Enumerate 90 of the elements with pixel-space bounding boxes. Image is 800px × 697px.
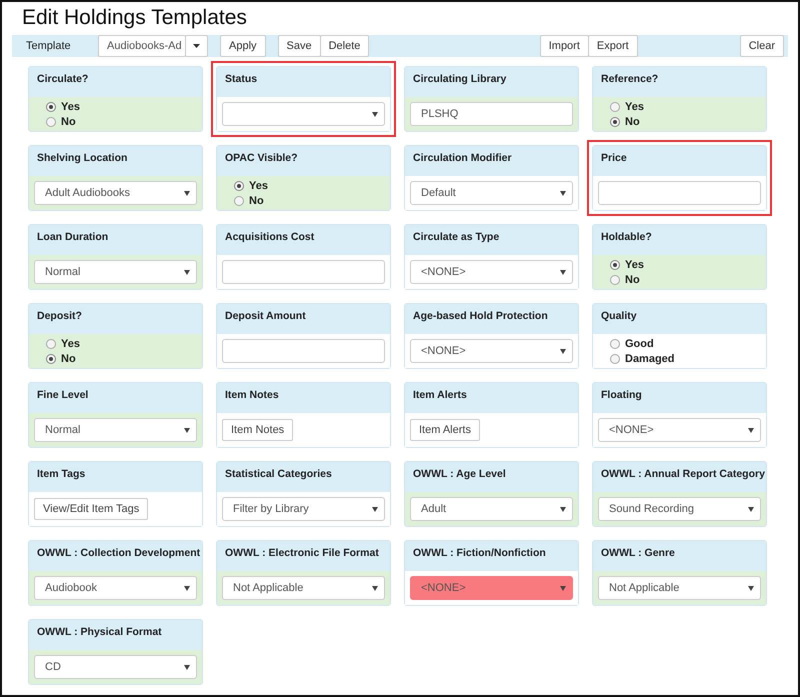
toolbar-button[interactable]: Delete bbox=[320, 35, 370, 57]
caret-icon bbox=[184, 270, 190, 274]
caret-icon bbox=[372, 112, 378, 116]
field-label: Holdable? bbox=[601, 231, 652, 243]
input-field[interactable] bbox=[598, 181, 761, 205]
toolbar-button[interactable]: Import bbox=[540, 35, 589, 57]
radio-option[interactable]: No bbox=[34, 114, 197, 129]
select-field[interactable]: Not Applicable bbox=[222, 576, 385, 600]
field-label: Item Alerts bbox=[413, 389, 467, 401]
field-label: Circulate? bbox=[37, 73, 88, 85]
select-field[interactable]: Normal bbox=[34, 418, 197, 442]
field-label: Status bbox=[225, 73, 258, 85]
caret-icon bbox=[184, 586, 190, 590]
caret-icon bbox=[372, 506, 378, 512]
dropdown-button[interactable] bbox=[185, 35, 208, 57]
caret-icon bbox=[560, 348, 566, 354]
select-field[interactable]: Sound Recording bbox=[598, 497, 761, 521]
toolbar-button[interactable]: Export bbox=[588, 35, 638, 57]
input-field[interactable] bbox=[222, 339, 385, 363]
template-label: Template bbox=[26, 40, 72, 52]
field-label: Reference? bbox=[601, 73, 658, 85]
caret-icon bbox=[560, 190, 566, 196]
field-label: OWWL : Fiction/Nonfiction bbox=[413, 547, 546, 559]
field-label: Loan Duration bbox=[37, 231, 108, 243]
field-label: Quality bbox=[601, 310, 637, 322]
radio-option[interactable]: No bbox=[598, 114, 761, 129]
caret-icon bbox=[372, 586, 378, 590]
radio-option[interactable]: Yes bbox=[34, 336, 197, 351]
field-label: Deposit Amount bbox=[225, 310, 306, 322]
caret-icon bbox=[193, 44, 200, 48]
input-field[interactable]: PLSHQ bbox=[410, 102, 573, 126]
caret-icon bbox=[184, 664, 190, 670]
toolbar-button[interactable]: Apply bbox=[220, 35, 266, 57]
field-label: OWWL : Genre bbox=[601, 547, 675, 559]
select-field[interactable] bbox=[222, 102, 385, 126]
field-label: OWWL : Physical Format bbox=[37, 626, 162, 638]
radio-option[interactable]: No bbox=[34, 351, 197, 366]
template-field[interactable]: Audiobooks-Ad bbox=[98, 35, 186, 57]
select-field[interactable]: Adult Audiobooks bbox=[34, 181, 197, 205]
card-button[interactable]: Item Notes bbox=[222, 419, 294, 441]
select-field[interactable]: Default bbox=[410, 181, 573, 205]
toolbar-button[interactable]: Clear bbox=[740, 35, 784, 57]
field-label: Price bbox=[601, 152, 627, 164]
field-label: Deposit? bbox=[37, 310, 82, 322]
field-label: Item Tags bbox=[37, 468, 86, 480]
select-field[interactable]: Filter by Library bbox=[222, 497, 385, 521]
caret-icon bbox=[560, 270, 566, 274]
page-title: Edit Holdings Templates bbox=[21, 5, 248, 31]
radio-option[interactable]: Yes bbox=[598, 99, 761, 114]
select-field[interactable]: Audiobook bbox=[34, 576, 197, 600]
field-label: OWWL : Age Level bbox=[413, 468, 506, 480]
field-label: Shelving Location bbox=[37, 152, 128, 164]
radio-option[interactable]: No bbox=[598, 272, 761, 287]
caret-icon bbox=[184, 428, 190, 432]
field-label: Item Notes bbox=[225, 389, 279, 401]
field-label: Floating bbox=[601, 389, 642, 401]
field-label: OPAC Visible? bbox=[225, 152, 298, 164]
card-button[interactable]: View/Edit Item Tags bbox=[34, 498, 148, 520]
input-field[interactable] bbox=[222, 260, 385, 284]
select-field[interactable]: <NONE> bbox=[410, 339, 573, 363]
radio-option[interactable]: Yes bbox=[222, 178, 385, 193]
select-field[interactable]: <NONE> bbox=[410, 260, 573, 284]
caret-icon bbox=[560, 506, 566, 512]
caret-icon bbox=[748, 506, 754, 512]
field-label: Circulation Modifier bbox=[413, 152, 512, 164]
select-field[interactable]: Normal bbox=[34, 260, 197, 284]
field-label: Fine Level bbox=[37, 389, 88, 401]
field-label: Age-based Hold Protection bbox=[413, 310, 548, 322]
radio-option[interactable]: Yes bbox=[34, 99, 197, 114]
field-label: OWWL : Electronic File Format bbox=[225, 547, 379, 559]
caret-icon bbox=[748, 586, 754, 590]
radio-option[interactable]: Yes bbox=[598, 257, 761, 272]
field-label: OWWL : Collection Development bbox=[37, 547, 200, 559]
caret-icon bbox=[748, 428, 754, 432]
select-field[interactable]: Adult bbox=[410, 497, 573, 521]
caret-icon bbox=[560, 586, 566, 590]
field-label: Circulating Library bbox=[413, 73, 506, 85]
select-field[interactable]: Not Applicable bbox=[598, 576, 761, 600]
select-field[interactable]: CD bbox=[34, 655, 197, 679]
select-field[interactable]: <NONE> bbox=[598, 418, 761, 442]
field-label: OWWL : Annual Report Category bbox=[601, 468, 765, 480]
radio-option[interactable]: Damaged bbox=[598, 351, 761, 366]
radio-option[interactable]: No bbox=[222, 193, 385, 208]
field-label: Acquisitions Cost bbox=[225, 231, 314, 243]
toolbar-button[interactable]: Save bbox=[278, 35, 321, 57]
card-button[interactable]: Item Alerts bbox=[410, 419, 480, 441]
field-label: Statistical Categories bbox=[225, 468, 332, 480]
field-label: Circulate as Type bbox=[413, 231, 500, 243]
caret-icon bbox=[184, 190, 190, 196]
radio-option[interactable]: Good bbox=[598, 336, 761, 351]
